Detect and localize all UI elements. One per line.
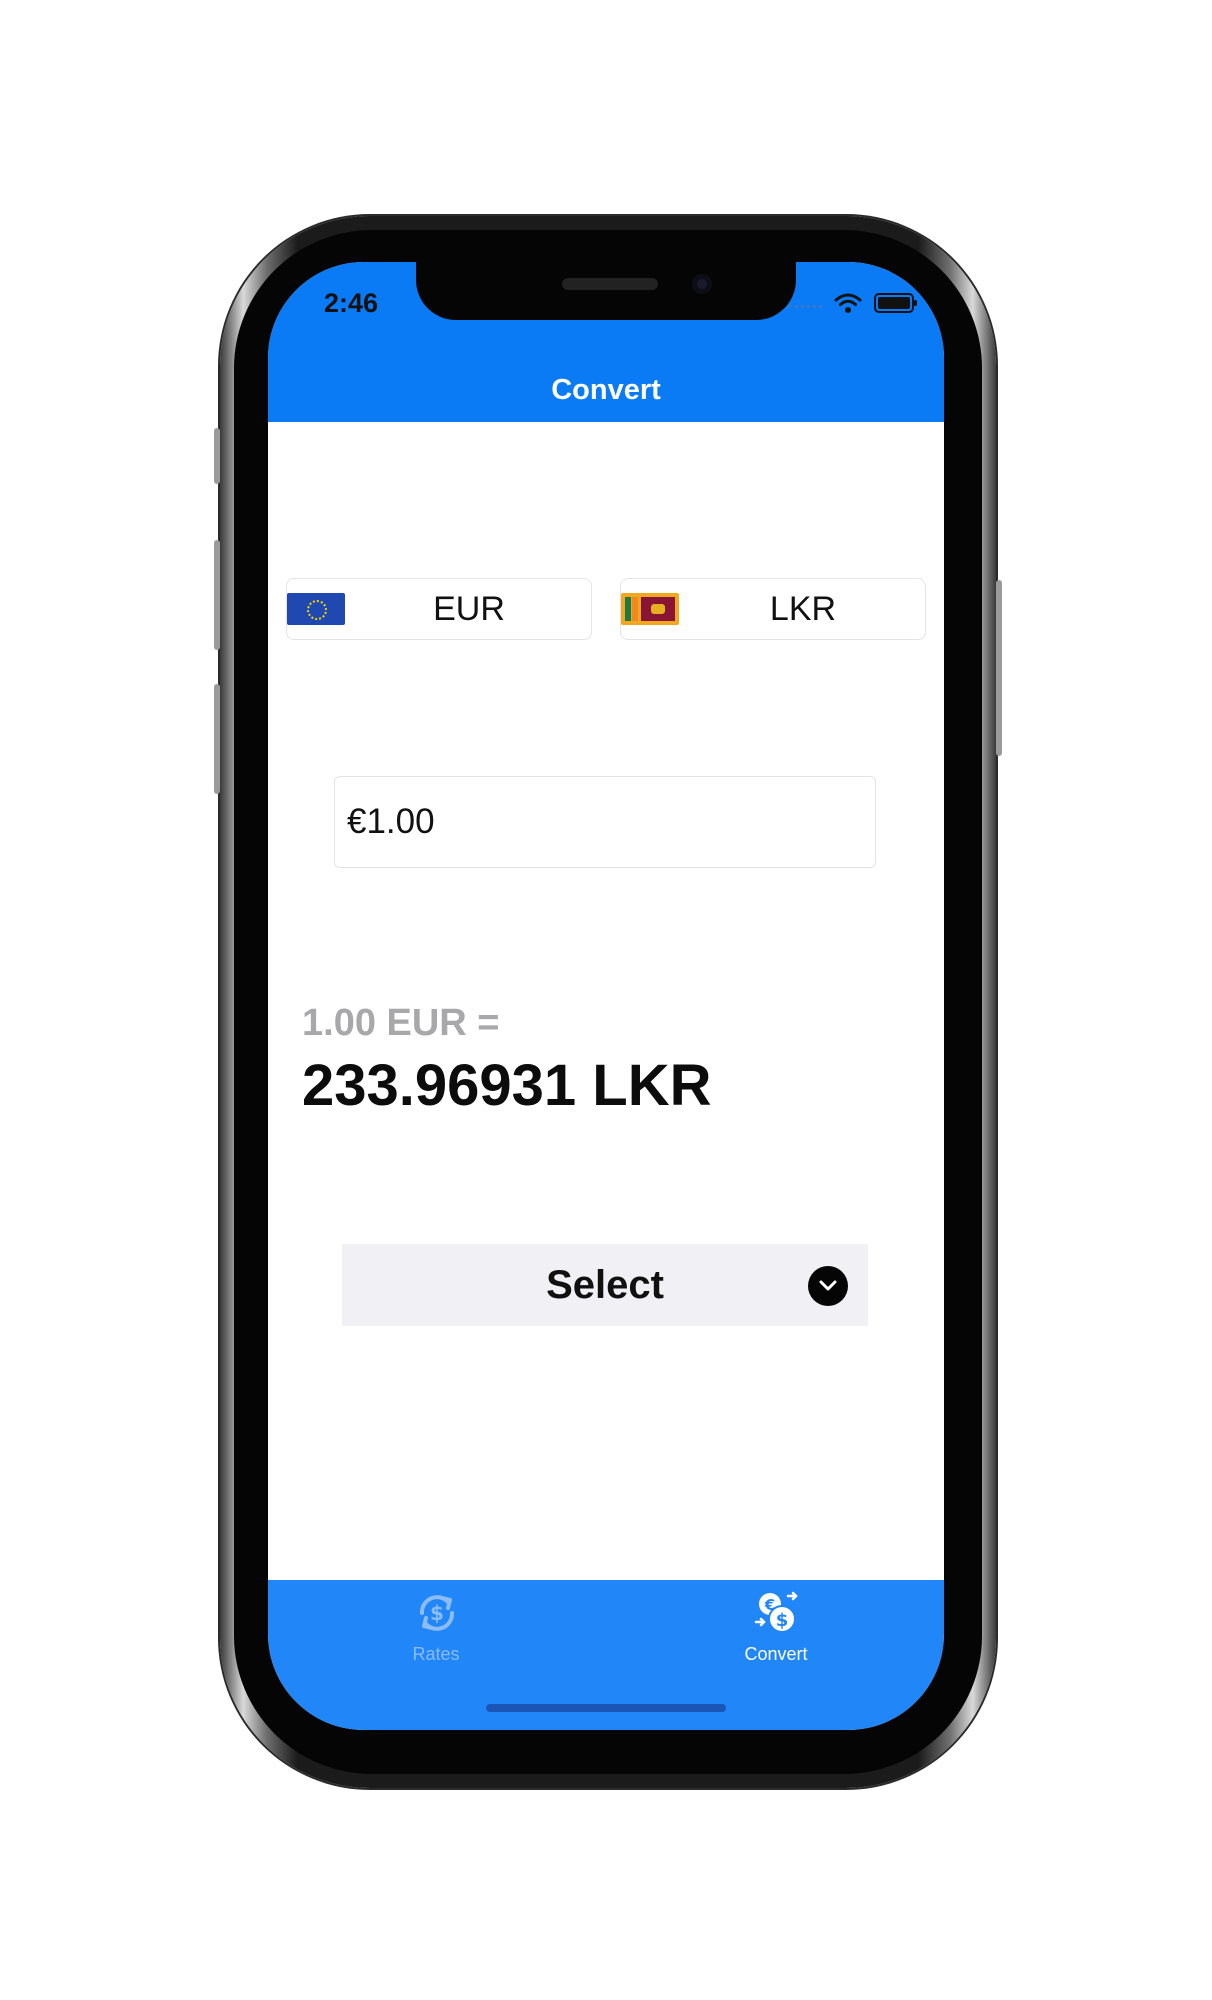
from-currency-button[interactable]: EUR — [286, 578, 592, 640]
rate-result-text: 233.96931 LKR — [302, 1053, 712, 1118]
battery-icon — [874, 293, 917, 313]
nav-title: Convert — [551, 373, 661, 406]
rate-from-text: 1.00 EUR = — [302, 1002, 500, 1044]
amount-value: €1.00 — [347, 802, 435, 841]
tab-convert[interactable]: € $ Convert — [676, 1580, 876, 1680]
to-currency-button[interactable]: LKR — [620, 578, 926, 640]
status-time: 2:46 — [324, 288, 379, 318]
tab-convert-label: Convert — [744, 1644, 808, 1664]
status-icons — [788, 292, 917, 314]
svg-text:$: $ — [430, 1601, 444, 1625]
speaker-grille — [562, 278, 658, 290]
sri-lanka-flag-icon — [621, 593, 679, 625]
tab-rates-label: Rates — [412, 1644, 460, 1664]
to-currency-code: LKR — [769, 590, 837, 628]
from-currency-code: EUR — [433, 590, 505, 628]
app-screen: 2:46 Convert EUR LKR €1.00 1.00 EUR = 23… — [268, 262, 944, 1730]
tab-rates[interactable]: $ Rates — [336, 1580, 536, 1680]
svg-text:$: $ — [776, 1610, 789, 1631]
status-bar: 2:46 — [268, 262, 944, 358]
currency-exchange-icon: € $ — [754, 1591, 798, 1633]
chevron-down-circle-icon — [808, 1266, 848, 1306]
eu-flag-icon — [287, 593, 345, 625]
power-button — [996, 580, 1002, 756]
nav-bar: Convert — [268, 358, 944, 422]
mute-switch — [214, 428, 220, 484]
cellular-signal-icon — [788, 304, 822, 312]
home-indicator — [486, 1704, 726, 1712]
rates-refresh-dollar-icon: $ — [420, 1595, 454, 1631]
front-camera — [692, 274, 712, 294]
select-dropdown[interactable]: Select — [342, 1244, 868, 1326]
select-label: Select — [546, 1263, 664, 1307]
wifi-icon — [834, 293, 862, 313]
volume-up-button — [214, 540, 220, 650]
notch — [416, 262, 796, 320]
amount-input[interactable]: €1.00 — [334, 776, 876, 868]
volume-down-button — [214, 684, 220, 794]
